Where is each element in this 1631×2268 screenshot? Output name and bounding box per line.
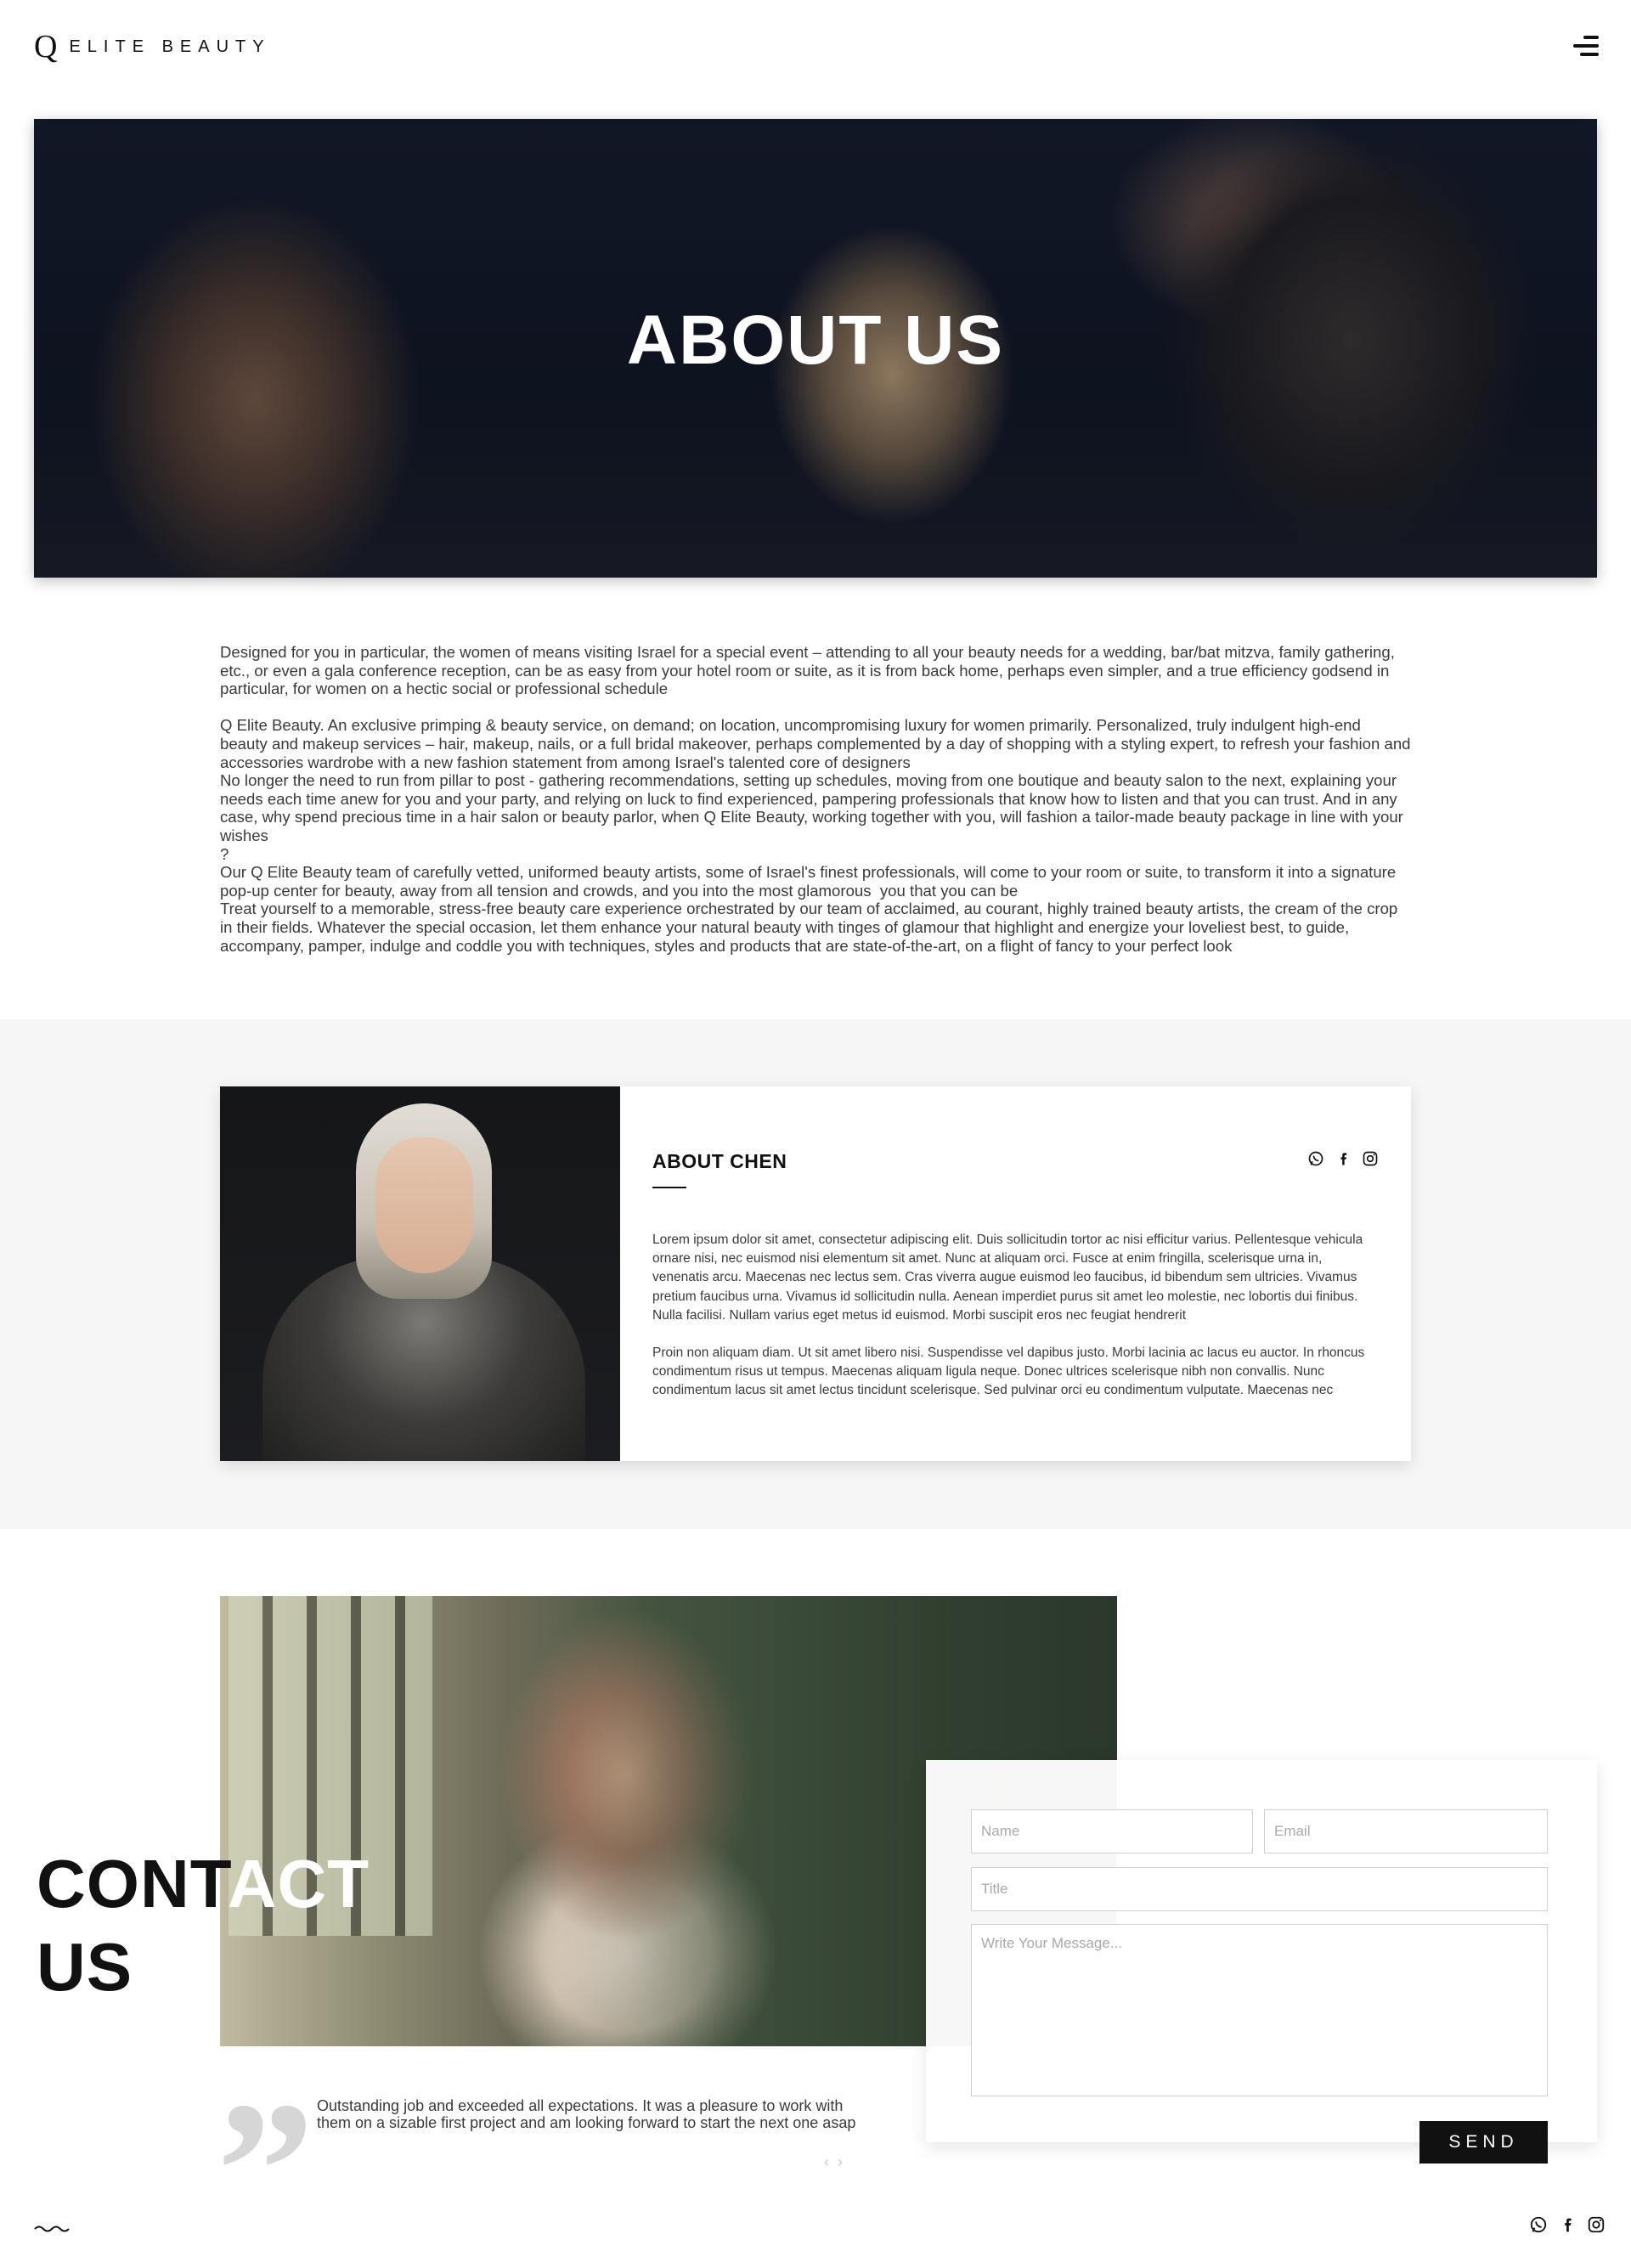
intro-paragraph-3: No longer the need to run from pillar to…	[220, 771, 1408, 844]
instagram-icon[interactable]	[1362, 1150, 1379, 1167]
contact-heading-dark-part: CONT	[37, 1846, 228, 1921]
about-social-links	[1307, 1150, 1379, 1167]
intro-paragraph-6: Treat yourself to a memorable, stress-fr…	[220, 900, 1402, 955]
intro-text: Designed for you in particular, the wome…	[220, 643, 1411, 955]
about-chen-content: ABOUT CHEN Lorem ipsum dolor sit amet, c…	[652, 1150, 1379, 1419]
testimonial-slider-nav: ‹ ›	[824, 2153, 843, 2171]
chevron-right-icon[interactable]: ›	[838, 2153, 843, 2171]
chevron-left-icon[interactable]: ‹	[824, 2153, 829, 2171]
send-button[interactable]: SEND	[1419, 2121, 1548, 2164]
name-field[interactable]	[971, 1809, 1253, 1853]
logo-text: ELITE BEAUTY	[69, 37, 271, 56]
intro-paragraph-2: Q Elite Beauty. An exclusive primping & …	[220, 716, 1415, 771]
about-chen-title: ABOUT CHEN	[652, 1150, 787, 1172]
testimonial-text: Outstanding job and exceeded all expecta…	[317, 2097, 856, 2131]
contact-form: SEND	[926, 1760, 1597, 2164]
logo-mark: Q	[34, 29, 58, 65]
wave-icon	[34, 2217, 73, 2239]
quote-icon: ”	[217, 2062, 314, 2268]
logo[interactable]: Q ELITE BEAUTY	[34, 31, 271, 63]
footer-social-links	[1529, 2215, 1606, 2234]
facebook-icon[interactable]	[1558, 2215, 1577, 2234]
about-paragraph-2: Proin non aliquam diam. Ut sit amet libe…	[652, 1346, 1365, 1398]
hero-banner: ABOUT US	[34, 119, 1597, 578]
intro-paragraph-1: Designed for you in particular, the wome…	[220, 643, 1400, 698]
intro-paragraph-5: Our Q Elite Beauty team of carefully vet…	[220, 863, 1401, 900]
site-header: Q ELITE BEAUTY	[0, 0, 1631, 93]
about-chen-card: ABOUT CHEN Lorem ipsum dolor sit amet, c…	[220, 1086, 1411, 1461]
hamburger-menu-icon[interactable]	[1568, 36, 1599, 58]
message-field[interactable]	[971, 1924, 1548, 2096]
email-field[interactable]	[1264, 1809, 1548, 1853]
title-underline	[652, 1187, 686, 1188]
intro-paragraph-4: ?	[220, 844, 229, 863]
contact-heading-line2: US	[37, 1929, 133, 2005]
hero-title: ABOUT US	[626, 302, 1005, 379]
whatsapp-icon[interactable]	[1307, 1150, 1324, 1167]
intro-spacer	[220, 698, 1411, 717]
chen-portrait-photo	[220, 1086, 620, 1461]
title-field[interactable]	[971, 1867, 1548, 1911]
about-chen-body: Lorem ipsum dolor sit amet, consectetur …	[652, 1231, 1379, 1401]
whatsapp-icon[interactable]	[1529, 2215, 1548, 2234]
contact-heading-line1: CONTACT	[37, 1842, 370, 1926]
contact-heading: CONTACT US	[37, 1842, 370, 2009]
about-paragraph-1: Lorem ipsum dolor sit amet, consectetur …	[652, 1233, 1363, 1323]
instagram-icon[interactable]	[1587, 2215, 1606, 2234]
facebook-icon[interactable]	[1335, 1150, 1352, 1167]
contact-heading-light-part: ACT	[227, 1846, 370, 1921]
